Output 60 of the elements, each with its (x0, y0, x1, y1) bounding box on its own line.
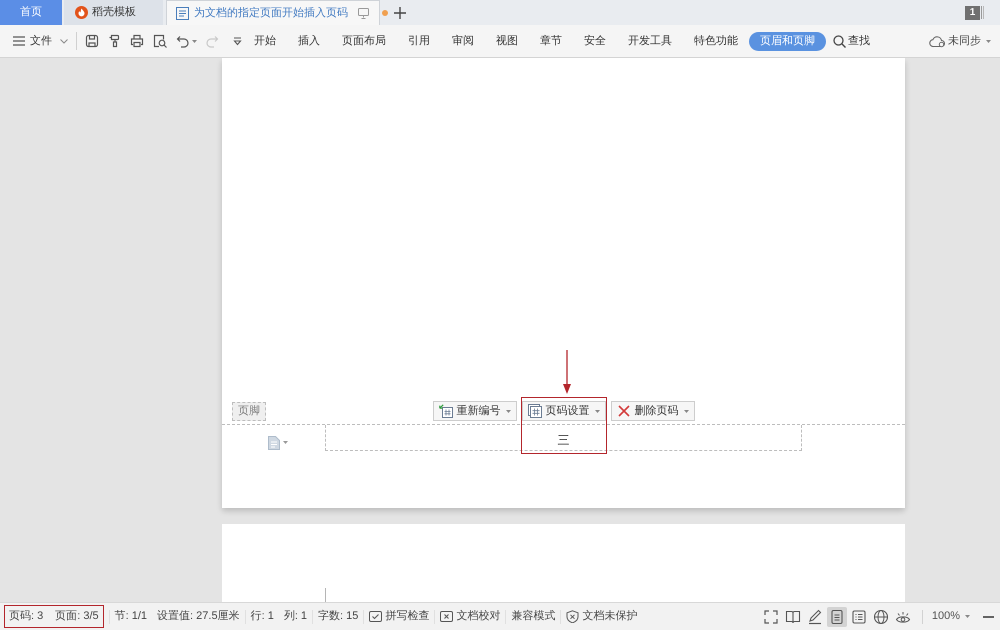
caret-icon[interactable] (192, 40, 197, 42)
footer-label: 页脚 (232, 402, 266, 420)
search-button[interactable]: 查找 (833, 32, 870, 50)
ribbon-tab[interactable]: 引用 (397, 30, 441, 52)
tab[interactable]: 稻壳模板 (64, 0, 163, 25)
checkbox-cross-icon (440, 610, 454, 623)
caret-icon[interactable] (283, 441, 288, 444)
status-text: 节: 1/1 (114, 609, 148, 624)
ribbon-tab[interactable]: 开发工具 (617, 30, 683, 52)
ribbon-tab[interactable]: 特色功能 (683, 30, 749, 52)
document-icon (176, 6, 189, 20)
undo-icon[interactable] (176, 34, 189, 48)
monitor-icon (358, 8, 369, 18)
status-text: 设置值: 27.5厘米 (157, 609, 240, 624)
flame-logo-icon (75, 6, 88, 19)
caret-icon (594, 410, 600, 412)
dropdown-icon[interactable] (233, 36, 242, 46)
print-preview-icon[interactable] (153, 34, 167, 48)
shield-icon (566, 610, 580, 623)
sync-button[interactable]: 未同步 (929, 32, 991, 50)
checkbox-tick-icon (369, 610, 382, 623)
status-text: 页码: 3 (9, 609, 44, 624)
caret-icon (965, 615, 970, 618)
page-view-icon[interactable] (826, 606, 847, 626)
printer-icon[interactable] (130, 34, 144, 48)
margin-mark (325, 588, 326, 602)
ribbon-tab[interactable]: 页面布局 (331, 30, 397, 52)
proofread-button[interactable]: 文档校对 (440, 608, 500, 625)
status-text: 字数: 15 (318, 608, 358, 624)
paintbrush-icon[interactable] (108, 34, 121, 48)
ribbon-tab[interactable]: 安全 (573, 30, 617, 52)
ribbon-tab[interactable]: 视图 (485, 30, 529, 52)
ribbon-tab[interactable]: 插入 (287, 30, 331, 52)
ribbon-tab[interactable]: 审阅 (441, 30, 485, 52)
spellcheck-button[interactable]: 拼写检查 (369, 608, 430, 625)
caret-icon (986, 40, 991, 42)
annotation-arrow (562, 350, 572, 394)
status-text: 兼容模式 (511, 608, 556, 624)
delete-page-number-button[interactable]: 删除页码 (610, 401, 694, 421)
page-hash-icon (528, 404, 542, 418)
menu-icon (13, 36, 25, 46)
chevron-down-icon (60, 38, 68, 44)
caret-icon (684, 410, 688, 412)
zoom-button[interactable]: 100% (932, 608, 970, 625)
file-menu-button[interactable]: 文件 (13, 32, 68, 50)
cross-icon (616, 404, 630, 418)
caret-icon (506, 410, 510, 412)
ribbon-tab[interactable]: 开始 (243, 30, 287, 52)
ribbon-tab[interactable]: 章节 (529, 30, 573, 52)
save-icon[interactable] (85, 34, 99, 48)
renumber-button[interactable]: 重新编号 (432, 401, 516, 421)
status-text: 列: 1 (284, 609, 308, 624)
protection-button[interactable]: 文档未保护 (566, 608, 638, 625)
status-text: 行: 1 (250, 609, 274, 624)
search-icon (833, 34, 846, 48)
page-number-settings-button[interactable]: 页码设置 (522, 401, 606, 421)
status-text: 页面: 3/5 (55, 609, 99, 624)
footer-field[interactable]: 三 (325, 425, 802, 451)
plus-icon[interactable] (394, 6, 406, 18)
cloud-icon (929, 34, 946, 48)
